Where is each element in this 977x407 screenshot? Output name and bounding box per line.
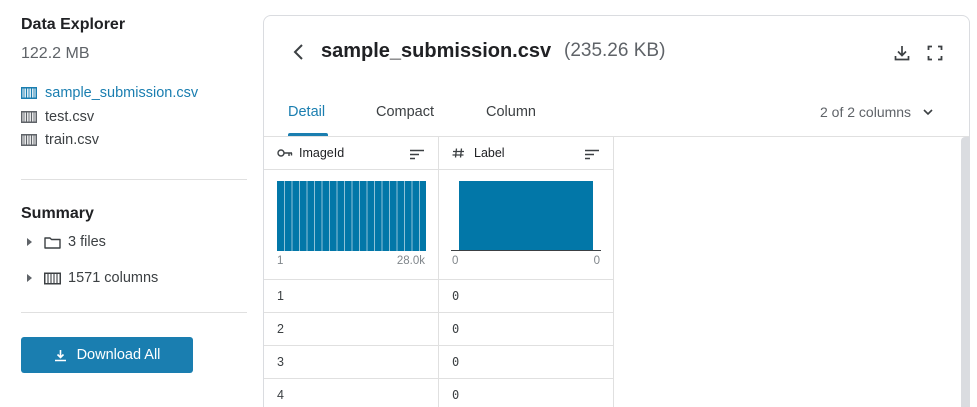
sort-icon[interactable] — [409, 149, 425, 160]
file-name: test.csv — [45, 109, 95, 125]
file-name: sample_submission.csv — [45, 85, 199, 101]
download-all-label: Download All — [76, 347, 161, 363]
file-preview-panel: sample_submission.csv (235.26 KB) Detail… — [263, 15, 970, 407]
histogram-min-label: 0 — [452, 255, 459, 267]
fullscreen-icon[interactable] — [927, 45, 943, 61]
table-cell: 0 — [439, 346, 613, 379]
column-name: Label — [474, 146, 505, 160]
data-explorer-title: Data Explorer — [21, 16, 126, 33]
file-title: sample_submission.csv — [321, 40, 552, 62]
table-cell: 0 — [439, 313, 613, 346]
column-count-dropdown[interactable]: 2 of 2 columns — [820, 104, 933, 120]
tab-compact[interactable]: Compact — [376, 104, 434, 120]
table-cell: 2 — [264, 313, 438, 346]
caret-right-icon — [27, 274, 32, 282]
download-all-button[interactable]: Download All — [21, 337, 193, 373]
summary-files-label: 3 files — [68, 234, 106, 250]
folder-icon — [44, 236, 61, 249]
sort-icon[interactable] — [584, 149, 600, 160]
histogram-max-label: 28.0k — [396, 255, 425, 267]
file-item-sample-submission[interactable]: sample_submission.csv — [21, 83, 198, 103]
table-cell: 4 — [264, 379, 438, 407]
download-icon[interactable] — [894, 45, 910, 61]
histogram: 0 0 — [439, 170, 613, 280]
back-arrow-icon[interactable] — [292, 43, 306, 61]
hash-icon — [452, 148, 464, 158]
file-name: train.csv — [45, 132, 99, 148]
column-name: ImageId — [299, 146, 345, 160]
histogram-max-label: 0 — [593, 255, 600, 267]
file-item-test[interactable]: test.csv — [21, 107, 94, 127]
table-icon — [44, 272, 61, 284]
caret-right-icon — [27, 238, 32, 246]
tab-column[interactable]: Column — [486, 104, 536, 120]
file-size: (235.26 KB) — [564, 40, 666, 61]
column-header[interactable]: Label — [439, 137, 613, 170]
summary-columns-label: 1571 columns — [68, 270, 159, 286]
dataset-size: 122.2 MB — [21, 45, 90, 62]
table-icon — [21, 134, 37, 146]
column-count-label: 2 of 2 columns — [820, 104, 912, 120]
table-cell: 0 — [439, 280, 613, 313]
histogram: 1 28.0k — [264, 170, 438, 280]
download-icon — [54, 349, 66, 361]
table-cell: 3 — [264, 346, 438, 379]
summary-columns-item[interactable]: 1571 columns — [27, 268, 158, 288]
histogram-chart — [277, 181, 426, 251]
table-cell: 0 — [439, 379, 613, 407]
summary-title: Summary — [21, 205, 94, 222]
histogram-bar — [459, 181, 593, 250]
divider — [21, 179, 247, 180]
file-item-train[interactable]: train.csv — [21, 130, 99, 150]
column-imageid: ImageId 1 28.0k 1 2 3 4 — [264, 137, 439, 407]
chevron-down-icon — [923, 108, 933, 115]
key-icon — [277, 149, 293, 157]
divider — [21, 312, 247, 313]
vertical-scrollbar[interactable] — [961, 137, 969, 407]
table-cell: 1 — [264, 280, 438, 313]
table-icon — [21, 111, 37, 123]
histogram-min-label: 1 — [277, 255, 284, 267]
table-icon — [21, 87, 37, 99]
histogram-chart — [451, 181, 601, 251]
summary-files-item[interactable]: 3 files — [27, 232, 106, 252]
tab-detail[interactable]: Detail — [288, 104, 325, 120]
column-label: Label 0 0 0 0 0 0 — [439, 137, 614, 407]
column-header[interactable]: ImageId — [264, 137, 438, 170]
